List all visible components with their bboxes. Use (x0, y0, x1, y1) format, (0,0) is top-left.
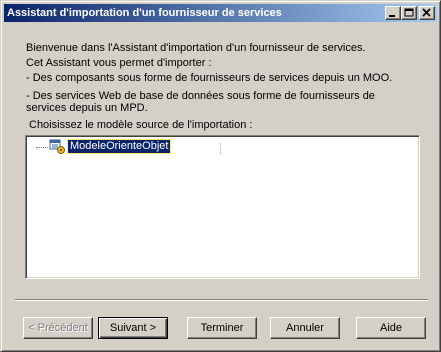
tree-connector (36, 147, 48, 148)
tree-item-label[interactable]: ModeleOrienteObjet (66, 139, 172, 154)
title-bar[interactable]: Assistant d'importation d'un fournisseur… (4, 4, 437, 22)
window-title: Assistant d'importation d'un fournisseur… (7, 7, 282, 19)
object-model-icon (49, 139, 65, 154)
intro-bullet-webservices-cont: services depuis un MPD. (26, 102, 148, 114)
maximize-button[interactable] (401, 6, 417, 20)
finish-button[interactable]: Terminer (187, 317, 257, 339)
button-separator (15, 299, 428, 301)
tree-guide (220, 143, 221, 155)
source-model-tree[interactable]: ModeleOrienteObjet (25, 135, 420, 279)
minimize-button[interactable] (385, 6, 401, 20)
close-button[interactable] (419, 6, 435, 20)
help-button[interactable]: Aide (356, 317, 426, 339)
maximize-icon (404, 8, 414, 17)
source-model-label: Choisissez le modèle source de l'importa… (29, 119, 253, 131)
intro-welcome-text: Bienvenue dans l'Assistant d'importation… (26, 42, 366, 54)
minimize-icon (389, 15, 395, 17)
intro-bullet-webservices: - Des services Web de base de données so… (26, 90, 375, 102)
intro-description-text: Cet Assistant vous permet d'importer : (26, 57, 212, 69)
previous-button[interactable]: < Précédent (23, 317, 93, 339)
next-button[interactable]: Suivant > (98, 317, 168, 339)
intro-bullet-components: - Des composants sous forme de fournisse… (26, 72, 393, 84)
cancel-button[interactable]: Annuler (270, 317, 340, 339)
wizard-window: Assistant d'importation d'un fournisseur… (0, 0, 441, 352)
close-icon (422, 8, 431, 17)
